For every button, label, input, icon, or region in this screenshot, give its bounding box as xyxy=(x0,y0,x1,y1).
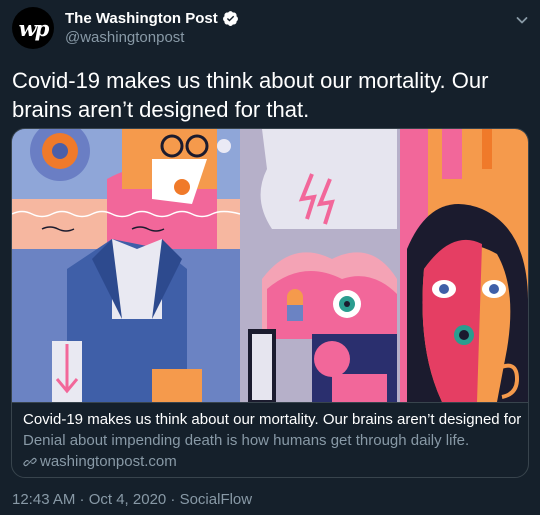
card-footer[interactable]: Covid-19 makes us think about our mortal… xyxy=(12,402,528,477)
author-name-row[interactable]: The Washington Post xyxy=(65,10,239,27)
avatar-logo: wp xyxy=(18,15,50,41)
card-image[interactable] xyxy=(12,129,528,402)
author-handle[interactable]: @washingtonpost xyxy=(65,29,184,46)
card-link[interactable]: washingtonpost.com xyxy=(23,453,177,470)
card-link-text[interactable]: washingtonpost.com xyxy=(40,453,177,470)
tweet-text: Covid-19 makes us think about our mortal… xyxy=(12,68,489,122)
author-name[interactable]: The Washington Post xyxy=(65,10,218,27)
link-icon xyxy=(23,457,37,466)
avatar[interactable]: wp xyxy=(12,7,54,49)
verified-badge-icon xyxy=(222,11,238,26)
tweet-timestamp[interactable]: 12:43 AM · Oct 4, 2020 · SocialFlow xyxy=(12,491,252,508)
card-illustration xyxy=(12,129,528,402)
chevron-down-icon[interactable] xyxy=(514,12,530,28)
card-title[interactable]: Covid-19 makes us think about our mortal… xyxy=(23,411,523,428)
link-card[interactable]: Covid-19 makes us think about our mortal… xyxy=(11,128,529,478)
tweet[interactable]: wp The Washington Post @washingtonpost C… xyxy=(0,0,540,515)
card-description: Denial about impending death is how huma… xyxy=(23,432,470,449)
